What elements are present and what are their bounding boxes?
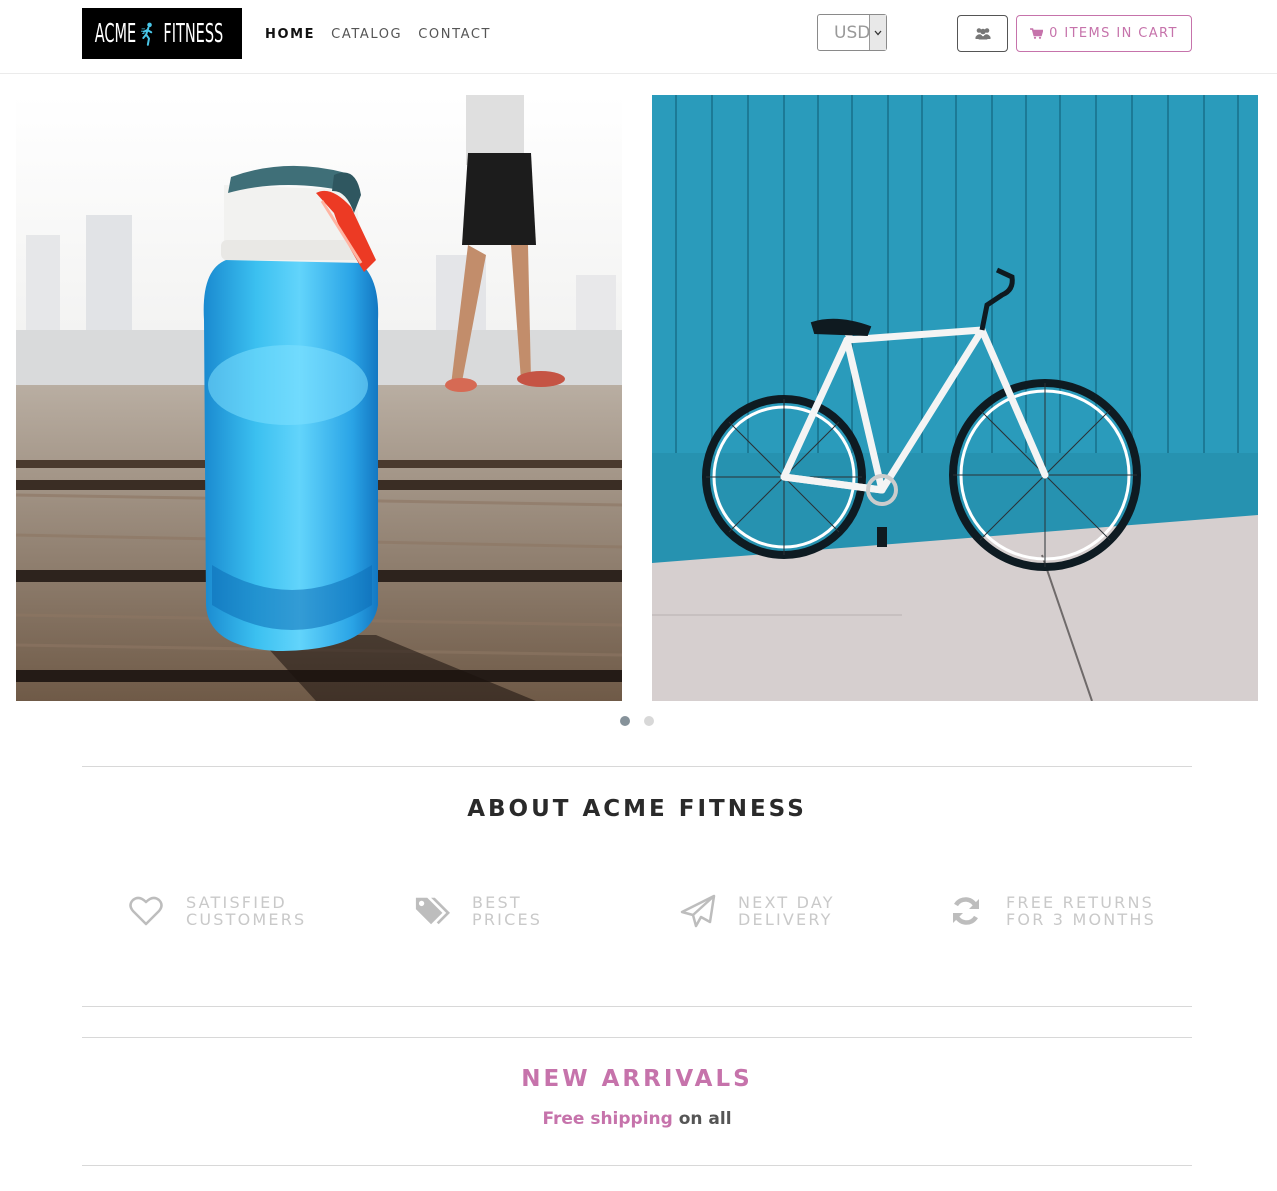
feature-best-prices: BEST PRICES [414,893,542,929]
nav-catalog[interactable]: CATALOG [331,27,402,42]
divider [82,766,1192,767]
divider [82,1006,1192,1007]
refresh-icon [948,893,984,929]
nav-home[interactable]: HOME [265,27,315,42]
new-arrivals-title: NEW ARRIVALS [521,1066,753,1092]
tags-icon [414,893,450,929]
feature-line: CUSTOMERS [186,910,307,929]
feature-line: PRICES [472,910,543,929]
feature-free-returns: FREE RETURNS FOR 3 MONTHS [948,893,1156,929]
hero-image-water-bottle [16,95,622,701]
feature-satisfied-customers: SATISFIED CUSTOMERS [128,893,306,929]
carousel-indicators [620,716,654,726]
shipping-rest: on all [678,1109,732,1129]
cart-label: 0 ITEMS IN CART [1049,26,1178,41]
navbar: ACME FITNESS HOME CATALOG CONTACT USD 0 … [0,0,1277,74]
hero-image-bicycle [652,95,1258,701]
brand-logo[interactable]: ACME FITNESS [82,8,242,59]
shipping-highlight: Free shipping [542,1109,673,1129]
cart-button[interactable]: 0 ITEMS IN CART [1016,15,1192,52]
logo-text-left: ACME [94,18,137,49]
chevron-down-icon [869,15,886,50]
shopping-cart-icon [1030,28,1044,39]
divider [82,1165,1192,1166]
carousel-dot-1[interactable] [620,716,630,726]
feature-line: FOR 3 MONTHS [1006,910,1156,929]
feature-next-day-delivery: NEXT DAY DELIVERY [680,893,835,929]
about-title: ABOUT ACME FITNESS [467,796,807,822]
account-button[interactable] [957,15,1008,52]
divider [82,1037,1192,1038]
runner-icon [140,22,153,46]
logo-text-right: FITNESS [163,18,224,49]
heart-icon [128,893,164,929]
carousel-dot-2[interactable] [644,716,654,726]
shipping-note: Free shipping on all [82,1109,1192,1129]
users-icon [975,28,990,40]
feature-line: DELIVERY [738,910,833,929]
currency-select[interactable]: USD [817,14,887,51]
currency-value: USD [834,23,871,43]
paper-plane-icon [680,893,716,929]
nav-contact[interactable]: CONTACT [418,27,491,42]
main-nav: HOME CATALOG CONTACT [265,27,491,42]
